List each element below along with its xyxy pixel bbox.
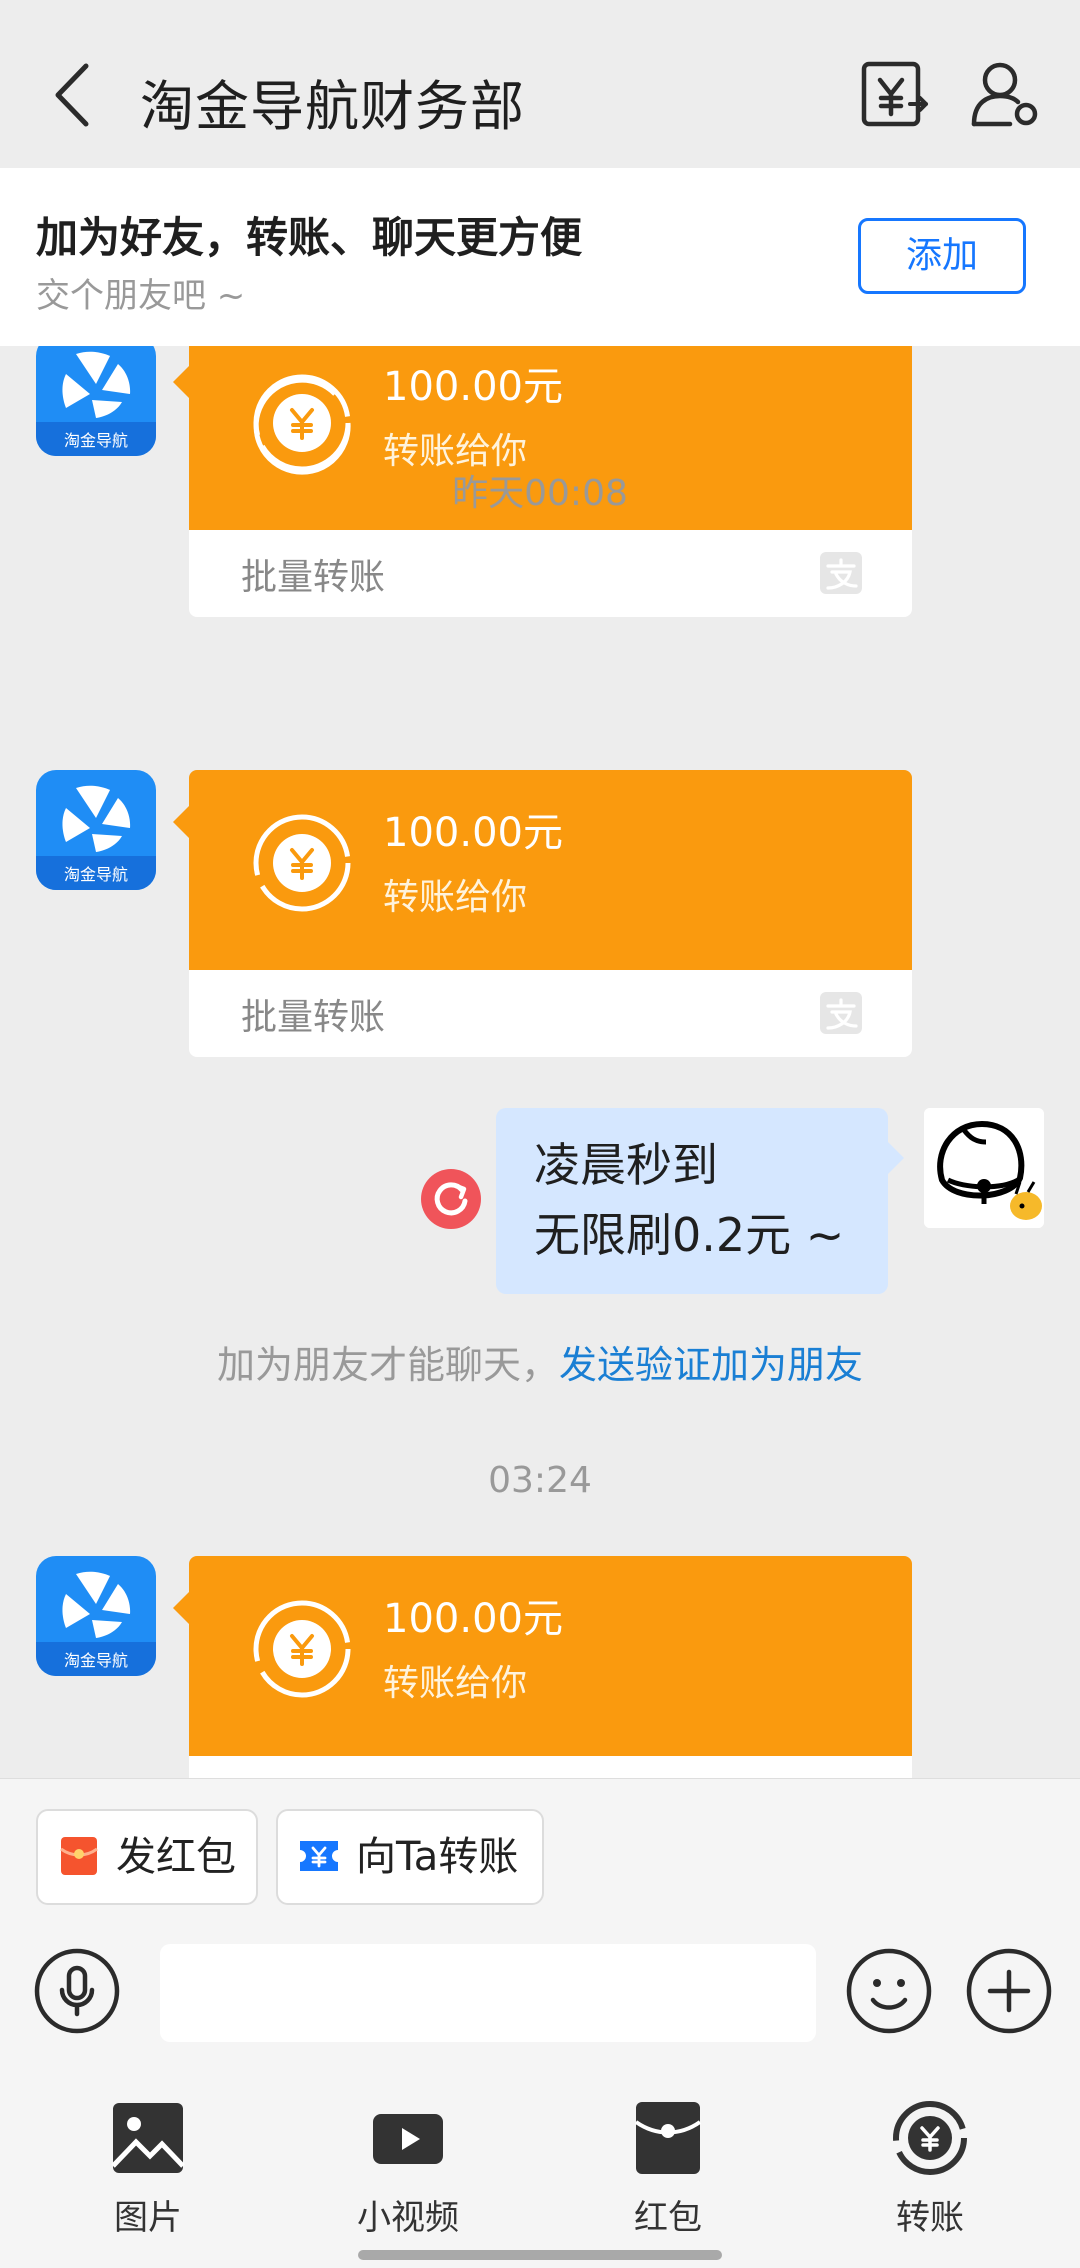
yuan-coin-icon	[253, 374, 351, 475]
alipay-icon	[820, 992, 862, 1034]
tool-image[interactable]: 图片	[48, 2100, 248, 2239]
sender-avatar[interactable]: 淘金导航	[36, 1556, 156, 1676]
avatar-text: 淘金导航	[64, 1651, 128, 1670]
add-friend-banner: 加为好友，转账、聊天更方便 交个朋友吧 ~ 添加	[0, 168, 1080, 346]
voice-icon[interactable]	[34, 1948, 120, 2034]
sender-avatar[interactable]: 淘金导航	[36, 770, 156, 890]
input-bar	[0, 1920, 1080, 2062]
tool-red-packet[interactable]: 红包	[568, 2100, 768, 2239]
app-logo-icon: 淘金导航	[36, 1556, 156, 1676]
tool-label: 图片	[114, 2198, 182, 2238]
banner-subtitle: 交个朋友吧 ~	[36, 276, 246, 316]
notice-text: 加为朋友才能聊天，	[216, 1343, 559, 1387]
back-arrow-icon[interactable]	[48, 60, 98, 130]
transfer-card[interactable]: 100.00元 转账给你 批量转账	[173, 770, 912, 1057]
send-red-packet-button[interactable]: 发红包	[36, 1809, 258, 1905]
my-message-bubble[interactable]: 凌晨秒到 无限刷0.2元 ~	[496, 1108, 904, 1294]
user-settings-icon[interactable]	[970, 58, 1042, 130]
home-indicator[interactable]	[358, 2250, 722, 2260]
avatar-text: 淘金导航	[64, 865, 128, 884]
top-bar: 淘金导航财务部	[0, 0, 1080, 168]
chat-area[interactable]: 淘金导航 100.00元 转账给你 批量转账 昨天00:08 淘金导航 100.…	[0, 346, 1080, 1778]
transfer-type: 批量转账	[241, 997, 386, 1038]
transfer-desc: 转账给你	[383, 1663, 528, 1704]
tool-label: 转账	[896, 2198, 964, 2238]
transfer-ticket-icon	[300, 1841, 338, 1871]
red-packet-icon	[60, 1837, 98, 1875]
bell-avatar-icon	[924, 1108, 1044, 1228]
transfer-amount: 100.00元	[383, 1596, 563, 1642]
avatar-text: 淘金导航	[64, 431, 128, 450]
transfer-card[interactable]: 100.00元 转账给你	[173, 1556, 912, 1778]
yuan-coin-icon	[253, 814, 351, 912]
tool-label: 小视频	[357, 2198, 459, 2238]
transfer-amount: 100.00元	[383, 364, 563, 410]
tool-video[interactable]: 小视频	[308, 2100, 508, 2239]
yuan-coin-icon	[253, 1600, 351, 1698]
video-icon	[373, 2114, 443, 2164]
alipay-icon	[820, 552, 862, 594]
my-message-line: 无限刷0.2元 ~	[534, 1208, 845, 1262]
my-message-line: 凌晨秒到	[534, 1138, 718, 1192]
send-verification-link[interactable]: 发送验证加为朋友	[559, 1343, 863, 1387]
add-friend-button[interactable]: 添加	[858, 218, 1026, 294]
quick-action-bar: 发红包 向Ta转账	[0, 1778, 1080, 1920]
tool-panel: 图片 小视频 红包 转账	[0, 2062, 1080, 2268]
transfer-desc: 转账给你	[383, 877, 528, 918]
app-logo-icon: 淘金导航	[36, 346, 156, 456]
send-red-packet-label: 发红包	[116, 1834, 236, 1880]
resend-icon[interactable]	[420, 1168, 482, 1230]
transfer-to-ta-button[interactable]: 向Ta转账	[276, 1809, 544, 1905]
banner-title: 加为好友，转账、聊天更方便	[36, 213, 583, 262]
time-label: 03:24	[488, 1460, 592, 1501]
image-icon	[111, 2103, 185, 2173]
plus-icon[interactable]	[966, 1948, 1052, 2034]
time-label: 昨天00:08	[452, 473, 628, 514]
message-input[interactable]	[160, 1944, 816, 2042]
tool-transfer[interactable]: 转账	[830, 2100, 1030, 2239]
transfer-to-ta-label: 向Ta转账	[356, 1834, 519, 1880]
transfer-amount: 100.00元	[383, 810, 563, 856]
friend-notice: 加为朋友才能聊天，发送验证加为朋友	[0, 1334, 1080, 1389]
transfer-type: 批量转账	[241, 557, 386, 598]
red-packet-icon	[634, 2102, 702, 2174]
app-logo-icon: 淘金导航	[36, 770, 156, 890]
tool-label: 红包	[634, 2198, 702, 2238]
yuan-bill-icon[interactable]	[858, 58, 930, 130]
page-title: 淘金导航财务部	[140, 75, 525, 138]
transfer-icon	[893, 2101, 967, 2175]
emoji-icon[interactable]	[846, 1948, 932, 2034]
sender-avatar[interactable]: 淘金导航	[36, 346, 156, 456]
my-avatar[interactable]	[924, 1108, 1044, 1228]
